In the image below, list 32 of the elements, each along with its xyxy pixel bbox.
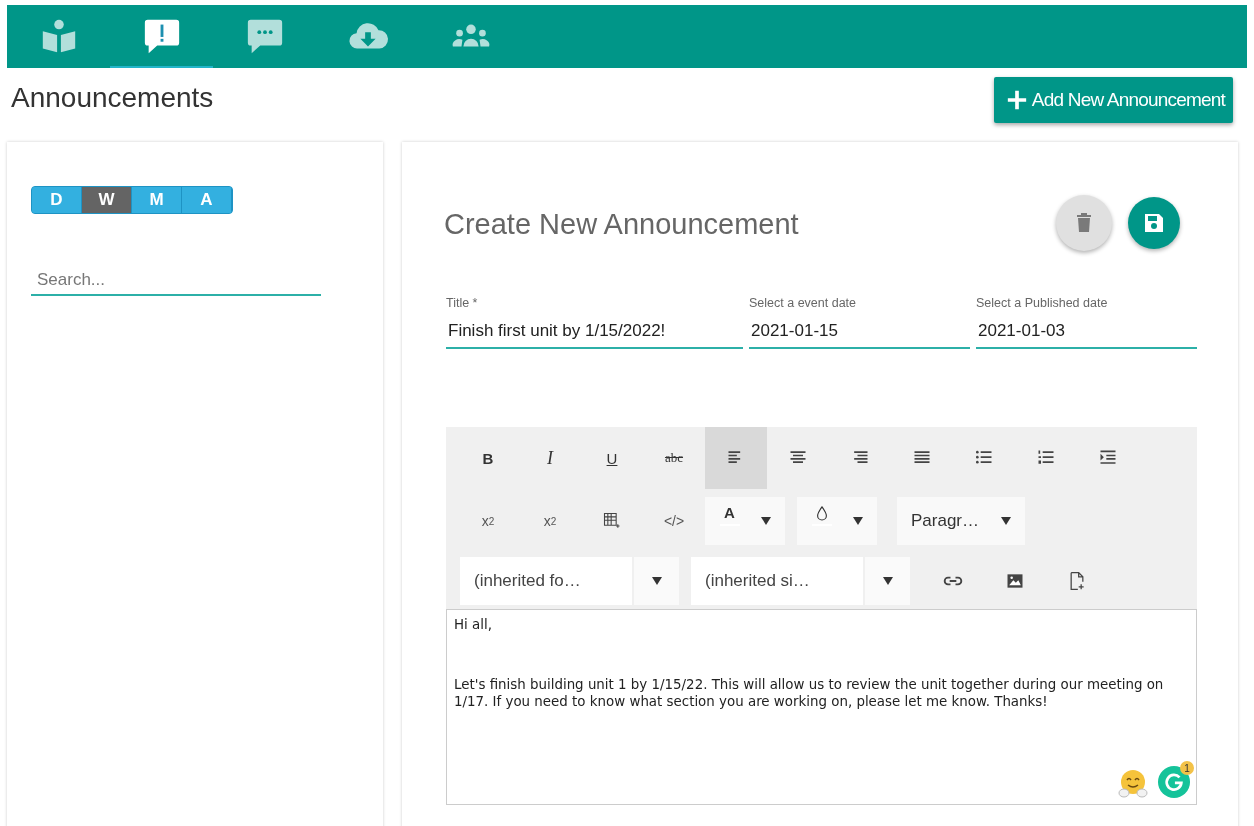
delete-button[interactable] [1056, 195, 1112, 251]
text-editor[interactable] [446, 609, 1197, 805]
format-button[interactable]: B [457, 427, 519, 489]
range-toggle[interactable]: W [82, 187, 132, 213]
field-label: Select a event date [749, 296, 858, 310]
page-title: Announcements [11, 82, 214, 114]
highlight-color-picker[interactable] [797, 497, 877, 545]
save-button[interactable] [1128, 197, 1180, 249]
field-label: Title * [446, 296, 479, 310]
add-announcement-button[interactable]: Add New Announcement [993, 77, 1233, 123]
format-button[interactable]: U [581, 427, 643, 489]
format-button[interactable]: </> [643, 497, 705, 545]
caret-icon [1001, 517, 1012, 525]
caret-icon [852, 517, 863, 525]
editor-paragraph: Let's finish building unit 1 by 1/15/22. This will allow us to review the unit together during our meeting on 1/17. If you need to know what section you are working on, please let me know. Thanks! [454, 676, 1165, 710]
form-heading: Create New Announcement [444, 207, 800, 241]
plus-icon [1005, 89, 1028, 111]
editor-paragraph: Hi all, [454, 616, 493, 633]
caret-icon [651, 577, 662, 585]
format-button[interactable]: I [519, 427, 581, 489]
text-color-picker[interactable]: A [705, 497, 785, 545]
table-insert-icon [602, 511, 622, 531]
format-button[interactable]: abc [643, 427, 705, 489]
image-icon [1005, 571, 1025, 591]
field-label: Select a Published date [976, 296, 1109, 310]
notification-badge: 1 [1180, 761, 1194, 775]
caret-icon [760, 517, 771, 525]
caret-icon [882, 577, 893, 585]
droplet-icon [814, 504, 829, 521]
grammar-checker-icon[interactable] [1158, 766, 1190, 798]
block-format-dropdown[interactable]: Paragr… [897, 497, 1026, 545]
hugging-emoji-icon [1118, 768, 1148, 798]
